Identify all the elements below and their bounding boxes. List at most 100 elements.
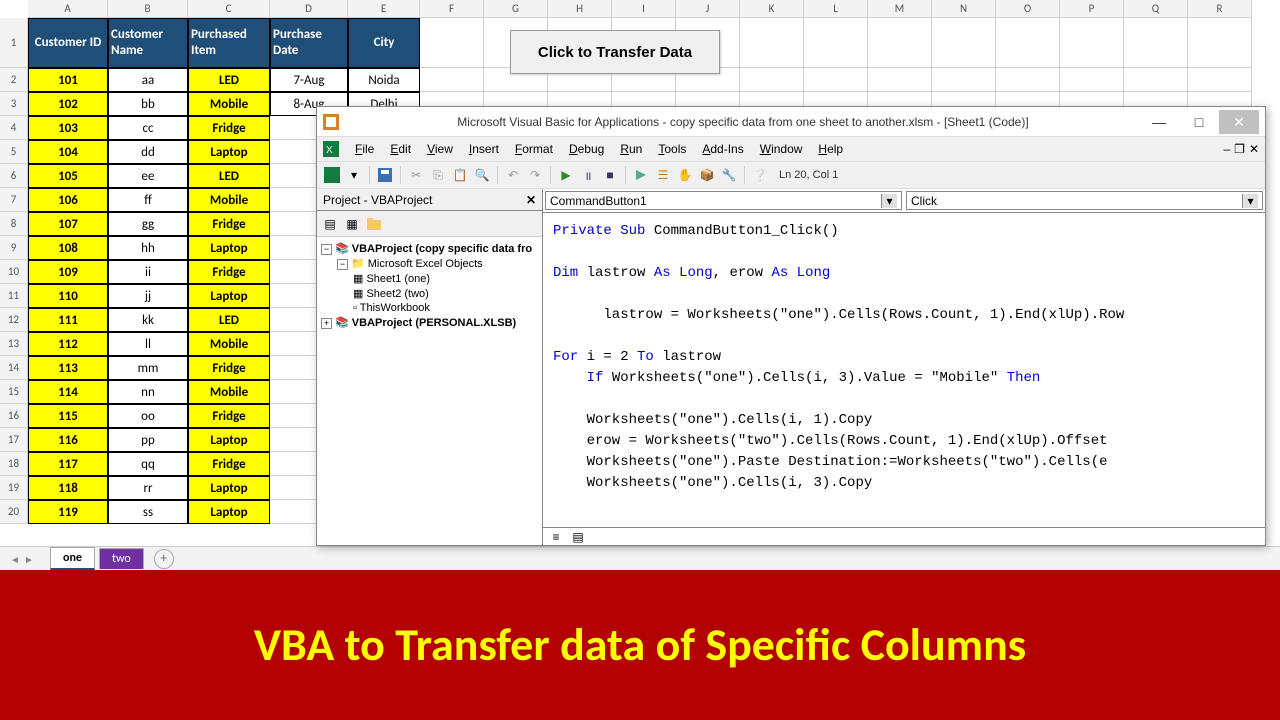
menu-help[interactable]: Help: [810, 140, 851, 158]
data-cell[interactable]: Mobile: [188, 332, 270, 356]
column-header[interactable]: F: [420, 0, 484, 18]
maximize-button[interactable]: □: [1179, 110, 1219, 134]
data-cell[interactable]: ff: [108, 188, 188, 212]
properties-icon[interactable]: ✋: [676, 166, 694, 184]
insert-module-icon[interactable]: ▾: [345, 166, 363, 184]
column-header[interactable]: O: [996, 0, 1060, 18]
code-editor[interactable]: Private Sub CommandButton1_Click() Dim l…: [543, 213, 1265, 527]
row-header[interactable]: 1: [0, 18, 28, 68]
data-cell[interactable]: 7-Aug: [270, 68, 348, 92]
sheet-nav-next-icon[interactable]: ►: [24, 553, 36, 565]
mdi-restore-icon[interactable]: ❐: [1234, 142, 1245, 156]
data-cell[interactable]: Laptop: [188, 500, 270, 524]
data-cell[interactable]: Noida: [348, 68, 420, 92]
data-cell[interactable]: 101: [28, 68, 108, 92]
data-cell[interactable]: LED: [188, 308, 270, 332]
sheet-nav-prev-icon[interactable]: ◄: [10, 553, 22, 565]
minimize-button[interactable]: —: [1139, 110, 1179, 134]
data-cell[interactable]: Fridge: [188, 116, 270, 140]
data-cell[interactable]: Fridge: [188, 404, 270, 428]
empty-cell[interactable]: [1124, 18, 1188, 68]
row-header[interactable]: 3: [0, 92, 28, 116]
row-header[interactable]: 16: [0, 404, 28, 428]
empty-cell[interactable]: [932, 68, 996, 92]
data-cell[interactable]: Laptop: [188, 284, 270, 308]
data-cell[interactable]: Mobile: [188, 380, 270, 404]
procedure-dropdown[interactable]: Click▾: [906, 191, 1263, 210]
mdi-minimize-icon[interactable]: –: [1223, 142, 1230, 156]
tree-item-sheet2[interactable]: ▦ Sheet2 (two): [321, 286, 538, 301]
data-cell[interactable]: 116: [28, 428, 108, 452]
sheet-tab-two[interactable]: two: [99, 548, 144, 569]
empty-cell[interactable]: [740, 18, 804, 68]
data-cell[interactable]: Laptop: [188, 236, 270, 260]
data-cell[interactable]: 118: [28, 476, 108, 500]
column-header[interactable]: M: [868, 0, 932, 18]
data-cell[interactable]: LED: [188, 164, 270, 188]
data-cell[interactable]: Fridge: [188, 452, 270, 476]
empty-cell[interactable]: [868, 68, 932, 92]
menu-debug[interactable]: Debug: [561, 140, 612, 158]
tree-expander-icon[interactable]: −: [321, 244, 332, 255]
menu-window[interactable]: Window: [752, 140, 811, 158]
data-cell[interactable]: Mobile: [188, 92, 270, 116]
transfer-data-button[interactable]: Click to Transfer Data: [510, 30, 720, 74]
empty-cell[interactable]: [1060, 68, 1124, 92]
data-cell[interactable]: 111: [28, 308, 108, 332]
data-cell[interactable]: nn: [108, 380, 188, 404]
column-header[interactable]: G: [484, 0, 548, 18]
row-header[interactable]: 13: [0, 332, 28, 356]
data-cell[interactable]: 104: [28, 140, 108, 164]
table-header-cell[interactable]: Purchase Date: [270, 18, 348, 68]
empty-cell[interactable]: [1188, 68, 1252, 92]
data-cell[interactable]: 110: [28, 284, 108, 308]
design-mode-icon[interactable]: [632, 166, 650, 184]
copy-icon[interactable]: ⎘: [429, 166, 447, 184]
help-icon[interactable]: ❔: [751, 166, 769, 184]
row-header[interactable]: 8: [0, 212, 28, 236]
table-header-cell[interactable]: Customer ID: [28, 18, 108, 68]
add-sheet-button[interactable]: +: [154, 549, 174, 569]
data-cell[interactable]: oo: [108, 404, 188, 428]
data-cell[interactable]: 115: [28, 404, 108, 428]
run-icon[interactable]: ▶: [557, 166, 575, 184]
column-header[interactable]: Q: [1124, 0, 1188, 18]
data-cell[interactable]: 119: [28, 500, 108, 524]
row-header[interactable]: 9: [0, 236, 28, 260]
data-cell[interactable]: 103: [28, 116, 108, 140]
data-cell[interactable]: jj: [108, 284, 188, 308]
column-header[interactable]: D: [270, 0, 348, 18]
data-cell[interactable]: rr: [108, 476, 188, 500]
menu-add-ins[interactable]: Add-Ins: [694, 140, 751, 158]
data-cell[interactable]: 106: [28, 188, 108, 212]
tree-expander-icon[interactable]: +: [321, 318, 332, 329]
data-cell[interactable]: 113: [28, 356, 108, 380]
redo-icon[interactable]: ↷: [526, 166, 544, 184]
data-cell[interactable]: 109: [28, 260, 108, 284]
object-browser-icon[interactable]: 📦: [698, 166, 716, 184]
data-cell[interactable]: qq: [108, 452, 188, 476]
tree-item-workbook[interactable]: ▫ ThisWorkbook: [321, 301, 538, 315]
data-cell[interactable]: LED: [188, 68, 270, 92]
full-module-view-icon[interactable]: ▤: [569, 528, 587, 546]
empty-cell[interactable]: [996, 68, 1060, 92]
close-button[interactable]: ✕: [1219, 110, 1259, 134]
data-cell[interactable]: Fridge: [188, 212, 270, 236]
excel-icon[interactable]: X: [323, 141, 339, 157]
menu-insert[interactable]: Insert: [461, 140, 507, 158]
row-header[interactable]: 7: [0, 188, 28, 212]
sheet-tab-one[interactable]: one: [50, 547, 95, 570]
data-cell[interactable]: bb: [108, 92, 188, 116]
row-header[interactable]: 5: [0, 140, 28, 164]
row-header[interactable]: 6: [0, 164, 28, 188]
data-cell[interactable]: 107: [28, 212, 108, 236]
data-cell[interactable]: mm: [108, 356, 188, 380]
row-header[interactable]: 15: [0, 380, 28, 404]
data-cell[interactable]: Fridge: [188, 356, 270, 380]
column-header[interactable]: J: [676, 0, 740, 18]
row-header[interactable]: 19: [0, 476, 28, 500]
save-icon[interactable]: [376, 166, 394, 184]
tree-expander-icon[interactable]: −: [337, 259, 348, 270]
row-header[interactable]: 17: [0, 428, 28, 452]
data-cell[interactable]: 117: [28, 452, 108, 476]
